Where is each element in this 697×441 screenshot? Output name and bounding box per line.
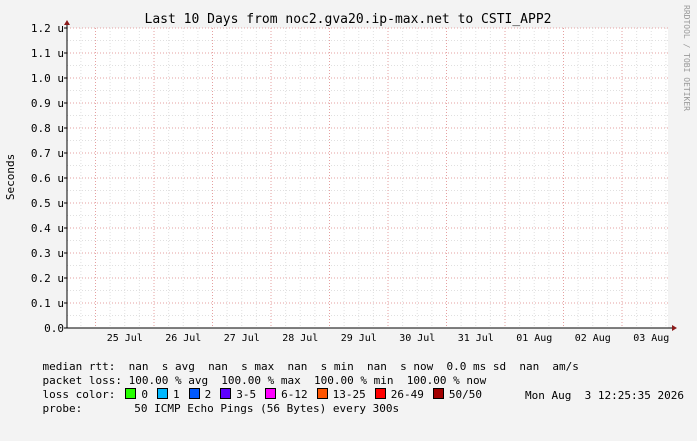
y-tick-label: 0.8 u: [31, 122, 64, 135]
y-tick-label: 0.6 u: [31, 172, 64, 185]
smokeping-graph: Last 10 Days from noc2.gva20.ip-max.net …: [0, 0, 697, 415]
x-tick-label: 28 Jul: [282, 333, 318, 344]
x-tick-label: 02 Aug: [575, 333, 611, 344]
timestamp: Mon Aug 3 12:25:35 2026: [525, 389, 684, 402]
x-tick-label: 31 Jul: [458, 333, 494, 344]
y-tick-label: 0.4 u: [31, 222, 64, 235]
y-tick-label: 0.1 u: [31, 297, 64, 310]
y-axis-label: Seconds: [4, 154, 17, 200]
probe-text: 50 ICMP Echo Pings (56 Bytes) every 300s: [134, 402, 400, 415]
y-tick-label: 0.0: [44, 322, 64, 335]
x-tick-label: 29 Jul: [341, 333, 377, 344]
y-tick-label: 0.9 u: [31, 97, 64, 110]
probe-row: probe: 50 ICMP Echo Pings (56 Bytes) ever…: [16, 389, 685, 441]
y-tick-label: 1.1 u: [31, 47, 64, 60]
y-tick-label: 1.0 u: [31, 72, 64, 85]
plot-area: 0.0 0.1 u 0.2 u 0.3 u 0.4 u 0.5 u 0.6 u 0.7 u 0.…: [31, 20, 677, 344]
probe-label: probe:: [42, 402, 83, 415]
x-tick-label: 25 Jul: [107, 333, 143, 344]
y-tick-label: 0.5 u: [31, 197, 64, 210]
y-tick-label: 0.2 u: [31, 272, 64, 285]
x-tick-label: 03 Aug: [633, 333, 669, 344]
chart-title: Last 10 Days from noc2.gva20.ip-max.net …: [145, 12, 552, 27]
rrdtool-watermark: RRDTOOL / TOBI OETIKER: [682, 5, 691, 111]
y-tick-label: 0.3 u: [31, 247, 64, 260]
y-tick-label: 1.2 u: [31, 22, 64, 35]
x-tick-label: 27 Jul: [224, 333, 260, 344]
x-tick-label: 30 Jul: [399, 333, 435, 344]
x-tick-label: 26 Jul: [165, 333, 201, 344]
x-tick-label: 01 Aug: [516, 333, 552, 344]
y-tick-label: 0.7 u: [31, 147, 64, 160]
